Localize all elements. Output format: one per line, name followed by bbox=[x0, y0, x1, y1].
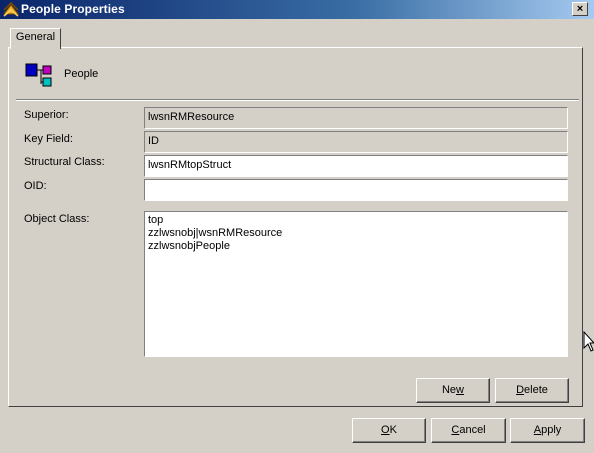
object-name: People bbox=[64, 68, 99, 80]
superior-label: Superior: bbox=[24, 109, 69, 121]
apply-button-accel: A bbox=[533, 424, 542, 436]
object-class-icon bbox=[24, 58, 56, 90]
delete-button[interactable]: Delete bbox=[495, 378, 569, 403]
object-class-list[interactable]: top zzlwsnobj|wsnRMResource zzlwsnobjPeo… bbox=[144, 211, 568, 357]
mouse-pointer-icon bbox=[583, 331, 594, 352]
structural-class-label: Structural Class: bbox=[24, 156, 105, 168]
tab-general[interactable]: General bbox=[10, 28, 61, 49]
apply-button[interactable]: Apply bbox=[510, 418, 585, 443]
key-field-label: Key Field: bbox=[24, 133, 73, 145]
superior-field: lwsnRMResource bbox=[144, 107, 568, 129]
key-field-field: ID bbox=[144, 131, 568, 153]
ok-button-accel: O bbox=[381, 424, 390, 436]
oid-label: OID: bbox=[24, 180, 47, 192]
cancel-button-label-rest: ancel bbox=[459, 424, 486, 436]
list-item[interactable]: top bbox=[148, 214, 567, 227]
app-logo-icon bbox=[3, 2, 19, 17]
new-button[interactable]: New bbox=[416, 378, 490, 403]
object-class-label: Object Class: bbox=[24, 213, 90, 225]
separator-highlight bbox=[16, 100, 579, 101]
apply-button-label-rest: pply bbox=[541, 424, 562, 436]
new-button-label: Ne bbox=[441, 384, 457, 396]
new-button-accel: w bbox=[456, 384, 464, 396]
ok-button[interactable]: OK bbox=[352, 418, 426, 443]
close-button[interactable]: × bbox=[572, 2, 588, 16]
title-bar[interactable]: People Properties × bbox=[0, 0, 594, 19]
cancel-button[interactable]: Cancel bbox=[431, 418, 506, 443]
list-item[interactable]: zzlwsnobjPeople bbox=[148, 240, 567, 253]
list-item[interactable]: zzlwsnobj|wsnRMResource bbox=[148, 227, 567, 240]
delete-button-label-rest: elete bbox=[524, 384, 548, 396]
oid-input[interactable] bbox=[144, 179, 568, 201]
delete-button-accel: D bbox=[516, 384, 525, 396]
structural-class-input[interactable]: lwsnRMtopStruct bbox=[144, 155, 568, 177]
ok-button-label-rest: K bbox=[389, 424, 397, 436]
window-title: People Properties bbox=[21, 2, 125, 16]
